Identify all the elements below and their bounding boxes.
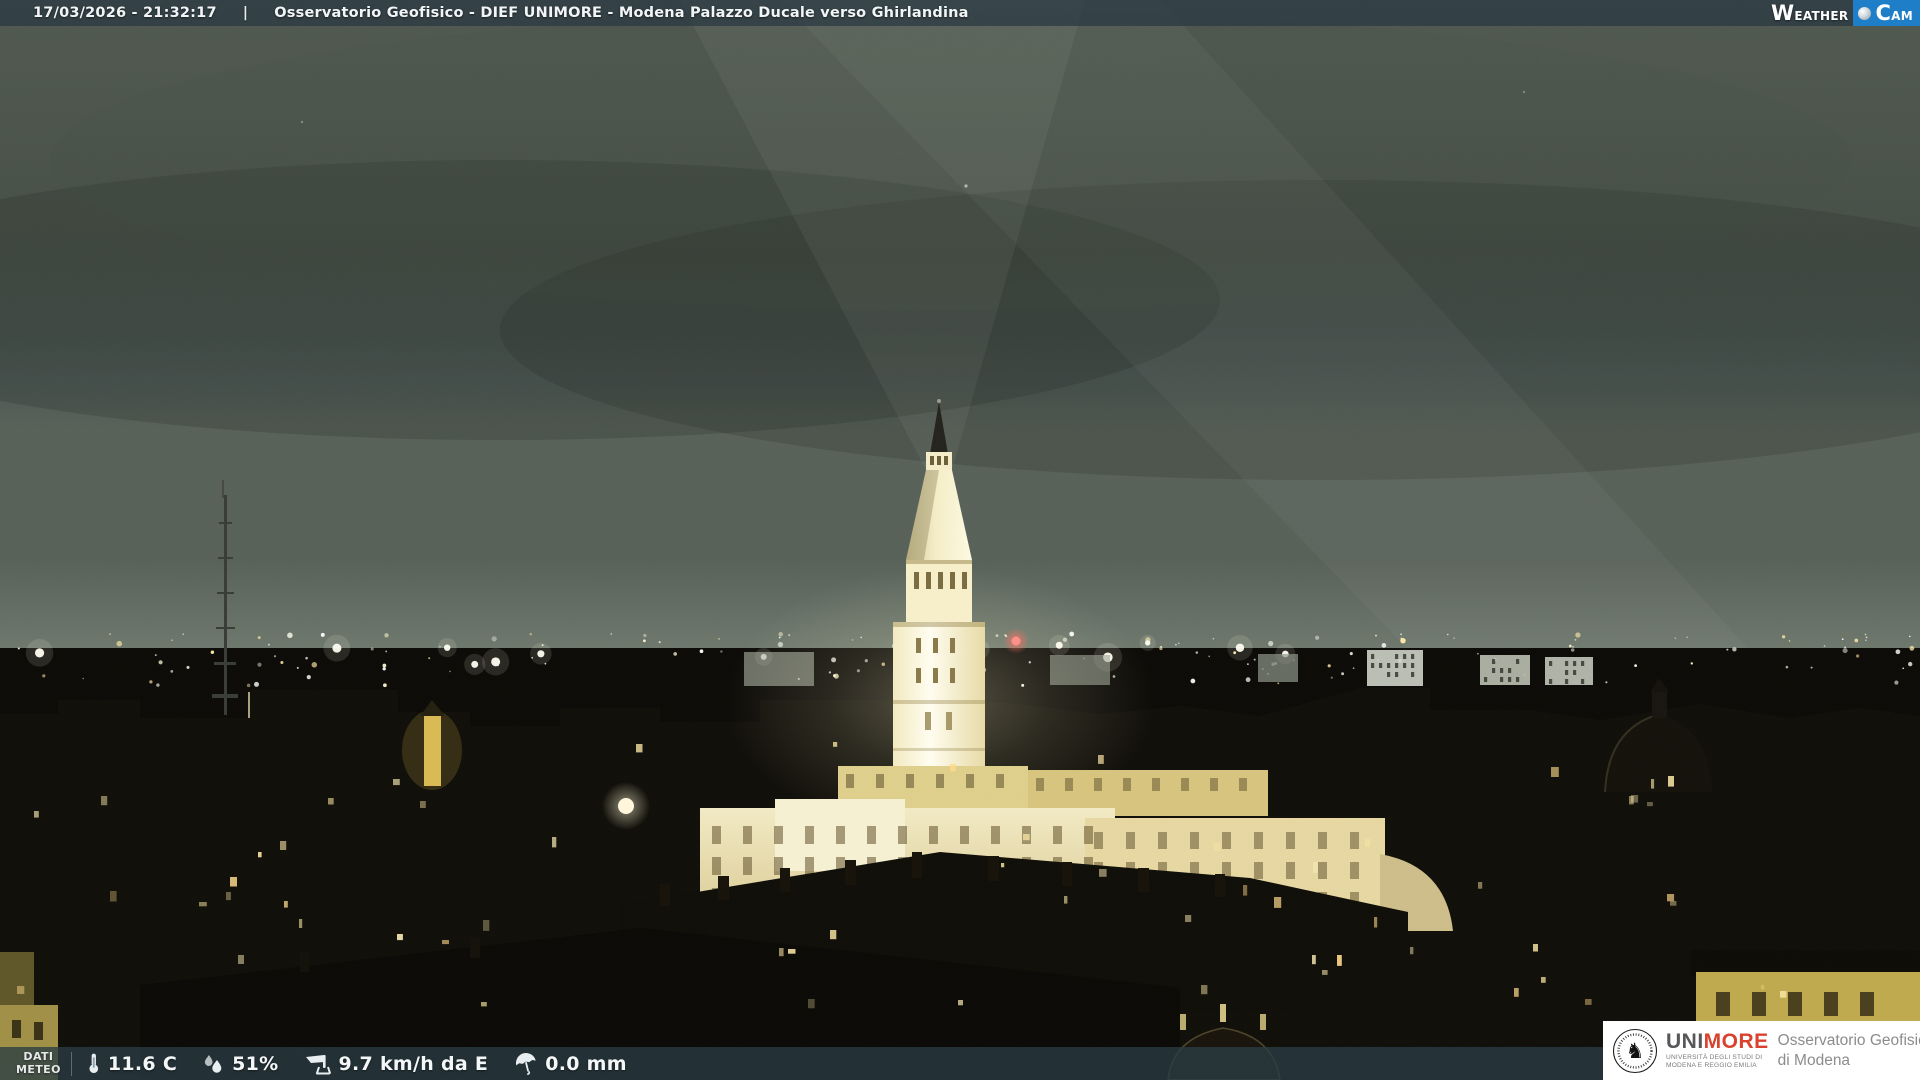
- camera-lens-icon: [1858, 7, 1871, 20]
- rain-icon: [514, 1053, 538, 1075]
- weathercam-logo-weather: Weather: [1771, 1, 1849, 25]
- wind-value: 9.7 km/h da E: [338, 1053, 488, 1075]
- unimore-wordmark: UNIMORE UNIVERSITÀ DEGLI STUDI DI MODENA…: [1666, 1031, 1769, 1070]
- weathercam-logo-box: Cam: [1853, 0, 1920, 26]
- humidity-icon: [203, 1053, 225, 1075]
- temperature-reading: 11.6 C: [86, 1052, 177, 1075]
- separator: |: [243, 5, 249, 21]
- humidity-reading: 51%: [203, 1053, 278, 1075]
- wind-reading: 9.7 km/h da E: [304, 1052, 488, 1075]
- unimore-logo[interactable]: ♞ UNIMORE UNIVERSITÀ DEGLI STUDI DI MODE…: [1603, 1021, 1920, 1080]
- rain-reading: 0.0 mm: [514, 1053, 627, 1075]
- observatory-name: Osservatorio Geofisico di Modena: [1778, 1031, 1920, 1070]
- temperature-value: 11.6 C: [108, 1053, 177, 1075]
- unimore-seal-icon: ♞: [1612, 1028, 1658, 1074]
- top-info-bar: 17/03/2026 - 21:32:17 | Osservatorio Geo…: [0, 0, 1920, 26]
- weathercam-logo-cam: Cam: [1875, 1, 1913, 25]
- timestamp: 17/03/2026 - 21:32:17: [33, 5, 217, 21]
- divider: [71, 1052, 72, 1076]
- webcam-viewer: 17/03/2026 - 21:32:17 | Osservatorio Geo…: [0, 0, 1920, 1080]
- humidity-value: 51%: [232, 1053, 278, 1075]
- svg-text:♞: ♞: [1626, 1039, 1645, 1063]
- dati-meteo-label: DATI METEO: [16, 1051, 61, 1076]
- rain-value: 0.0 mm: [545, 1053, 627, 1075]
- thermometer-icon: [86, 1052, 101, 1075]
- webcam-photo: [0, 0, 1920, 1080]
- page-title: Osservatorio Geofisico - DIEF UNIMORE - …: [274, 5, 968, 21]
- weathercam-logo[interactable]: Weather Cam: [1771, 0, 1920, 26]
- wind-icon: [304, 1052, 331, 1075]
